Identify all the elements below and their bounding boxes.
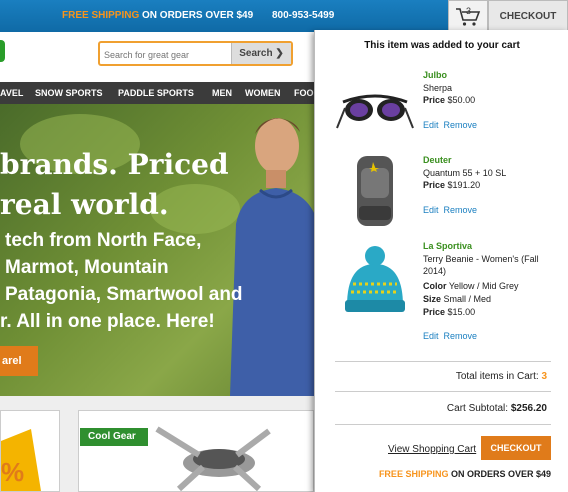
sunglasses-image[interactable] — [335, 68, 415, 148]
price-value: $50.00 — [447, 95, 476, 105]
subtotal-label: Cart Subtotal: — [446, 403, 509, 414]
svg-text:%: % — [1, 457, 24, 487]
total-items-label: Total items in Cart: — [455, 371, 539, 382]
beanie-image[interactable] — [335, 244, 415, 324]
color-value: Yellow / Mid Grey — [448, 281, 519, 291]
hero-subtext-4: r. All in one place. Here! — [0, 311, 215, 332]
size-label: Size — [423, 294, 442, 304]
phone-number: 800-953-5499 — [272, 10, 335, 21]
logo[interactable] — [0, 40, 5, 62]
item-price: Price $15.00 — [423, 307, 475, 317]
total-items-value: 3 — [541, 371, 547, 382]
nav-item-footwear[interactable]: FOO — [294, 88, 314, 98]
item-size: Size Small / Med — [423, 294, 491, 304]
product-card-cool-gear[interactable] — [78, 410, 314, 492]
search-input[interactable] — [104, 48, 232, 62]
item-name: Terry Beanie - Women's (Fall 2014) — [423, 254, 539, 276]
hero-shop-button[interactable]: arel — [0, 346, 38, 376]
item-brand[interactable]: La Sportiva — [423, 241, 472, 251]
nav-item-men[interactable]: MEN — [212, 88, 232, 98]
free-shipping-promo: FREE SHIPPING ON ORDERS OVER $49 — [62, 10, 253, 21]
nav-item-paddle-sports[interactable]: PADDLE SPORTS — [118, 88, 194, 98]
checkout-button-top[interactable]: CHECKOUT — [488, 0, 568, 32]
price-value: $191.20 — [447, 180, 481, 190]
checkout-button[interactable]: CHECKOUT — [481, 436, 551, 460]
item-actions: Edit Remove — [423, 331, 477, 341]
free-shipping-label: FREE SHIPPING — [378, 469, 449, 479]
edit-link[interactable]: Edit — [423, 120, 439, 130]
hero-headline-2: real world. — [0, 188, 169, 221]
product-card[interactable]: % — [0, 410, 60, 492]
search-button-label: Search — [239, 48, 273, 59]
item-actions: Edit Remove — [423, 120, 477, 130]
item-name: Quantum 55 + 10 SL — [423, 168, 507, 178]
item-color: Color Yellow / Mid Grey — [423, 281, 519, 291]
item-price: Price $191.20 — [423, 180, 480, 190]
nav-item-women[interactable]: WOMEN — [245, 88, 281, 98]
backpack-image[interactable] — [335, 150, 415, 230]
hero-subtext-3: Patagonia, Smartwool and — [5, 284, 243, 305]
cart-count: 3 — [466, 6, 472, 16]
cart-button[interactable]: 3 — [448, 0, 488, 32]
remove-link[interactable]: Remove — [444, 120, 478, 130]
free-shipping-label: FREE SHIPPING — [62, 10, 140, 21]
search-button[interactable]: Search ❯ — [231, 43, 291, 64]
item-name: Sherpa — [423, 83, 453, 93]
cart-dropdown: This item was added to your cart Julbo S… — [314, 30, 568, 492]
hero-headline-1: brands. Priced — [0, 148, 229, 181]
price-label: Price — [423, 180, 446, 190]
size-value: Small / Med — [443, 294, 492, 304]
search-box: Search ❯ — [98, 41, 293, 66]
stove-image — [155, 426, 271, 492]
divider — [335, 391, 551, 392]
item-actions: Edit Remove — [423, 205, 477, 215]
cart-dropdown-title: This item was added to your cart — [364, 40, 520, 51]
top-bar: FREE SHIPPING ON ORDERS OVER $49 800-953… — [0, 0, 568, 32]
shipping-text: ON ORDERS OVER $49 — [450, 469, 551, 479]
cool-gear-tag: Cool Gear — [80, 428, 148, 446]
view-shopping-cart-link[interactable]: View Shopping Cart — [388, 444, 476, 455]
hero-subtext-2: Marmot, Mountain — [5, 257, 169, 278]
price-label: Price — [423, 307, 446, 317]
nav-item-snow-sports[interactable]: SNOW SPORTS — [35, 88, 103, 98]
promo-text: ON ORDERS OVER $49 — [142, 10, 254, 21]
hero-person-image — [230, 118, 322, 396]
color-label: Color — [423, 281, 447, 291]
subtotal-value: $256.20 — [510, 403, 547, 414]
chevron-right-icon: ❯ — [275, 48, 284, 59]
edit-link[interactable]: Edit — [423, 331, 439, 341]
sale-badge-image: % — [1, 429, 41, 491]
total-items: Total items in Cart: 3 — [315, 371, 547, 382]
item-brand[interactable]: Deuter — [423, 155, 452, 165]
remove-link[interactable]: Remove — [444, 331, 478, 341]
price-value: $15.00 — [447, 307, 476, 317]
hero-subtext-1: tech from North Face, — [5, 230, 202, 251]
divider — [335, 424, 551, 425]
price-label: Price — [423, 95, 446, 105]
nav-item-travel[interactable]: AVEL — [0, 88, 23, 98]
cart-subtotal: Cart Subtotal: $256.20 — [315, 403, 547, 414]
item-brand[interactable]: Julbo — [423, 70, 447, 80]
item-price: Price $50.00 — [423, 95, 475, 105]
free-shipping-note: FREE SHIPPING ON ORDERS OVER $49 — [315, 469, 551, 479]
remove-link[interactable]: Remove — [444, 205, 478, 215]
edit-link[interactable]: Edit — [423, 205, 439, 215]
divider — [335, 361, 551, 362]
